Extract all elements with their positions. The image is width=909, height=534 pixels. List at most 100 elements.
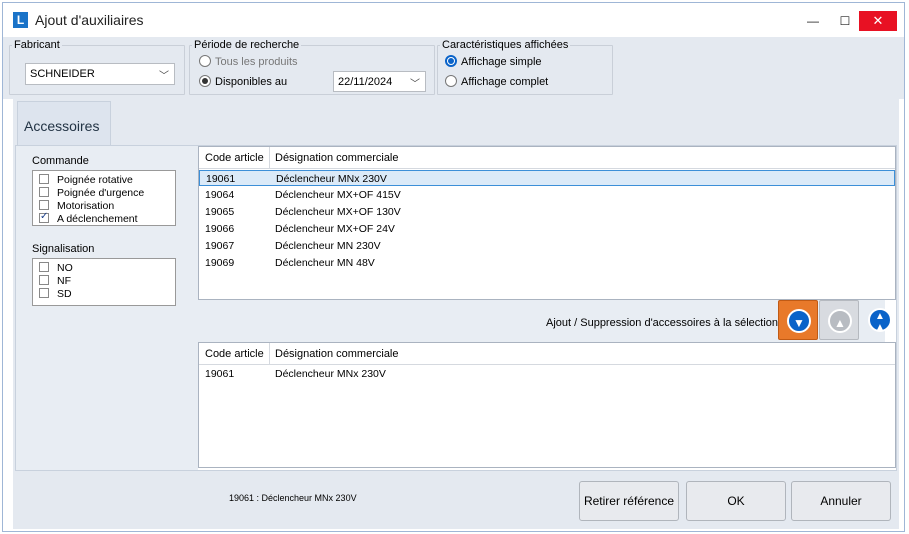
radio-selected-icon (199, 75, 211, 87)
checkbox-label: NF (57, 275, 71, 287)
cell-designation: Déclencheur MN 48V (275, 257, 375, 269)
radio-tous-produits[interactable]: Tous les produits (199, 55, 298, 68)
checkbox-label: Motorisation (57, 200, 115, 212)
checkmark-icon (39, 211, 49, 223)
radio-affichage-simple[interactable]: Affichage simple (445, 55, 542, 68)
table-row[interactable]: 19067 Déclencheur MN 230V (199, 238, 895, 254)
footer-bar: 19061 : Déclencheur MNx 230V Retirer réf… (13, 473, 899, 529)
remove-accessory-button[interactable]: ▲ (819, 300, 859, 340)
window-title: Ajout d'auxiliaires (35, 12, 144, 28)
annuler-button[interactable]: Annuler (791, 481, 891, 521)
arrow-up-icon: ▲ (828, 309, 852, 333)
radio-affichage-complet[interactable]: Affichage complet (445, 75, 548, 88)
checkbox-icon (39, 288, 49, 298)
signalisation-list: NO NF SD (32, 258, 176, 306)
periode-label: Période de recherche (194, 39, 300, 51)
grid-header: Code article Désignation commerciale (199, 343, 895, 365)
chevron-down-icon: ﹀ (159, 71, 169, 82)
table-row[interactable]: 19065 Déclencheur MX+OF 130V (199, 204, 895, 220)
checkbox-poignee-rotative[interactable]: Poignée rotative (39, 174, 133, 186)
cell-designation: Déclencheur MNx 230V (276, 173, 387, 185)
tab-accessoires[interactable]: Accessoires (17, 101, 111, 145)
filter-bar: Fabricant SCHNEIDER ﹀ Période de recherc… (3, 37, 904, 99)
commande-list: Poignée rotative Poignée d'urgence Motor… (32, 170, 176, 226)
cell-designation: Déclencheur MX+OF 24V (275, 223, 395, 235)
close-button[interactable]: ✕ (859, 11, 897, 31)
commande-label: Commande (32, 155, 89, 167)
cell-code: 19061 (205, 368, 235, 380)
filter-panel: Commande Poignée rotative Poignée d'urge… (16, 146, 198, 470)
app-logo-icon: L (13, 12, 28, 28)
add-accessory-button[interactable]: ▼ (778, 300, 818, 340)
date-value: 22/11/2024 (338, 76, 393, 88)
radio-circle-icon (199, 55, 211, 67)
checkbox-nf[interactable]: NF (39, 275, 71, 287)
retirer-reference-button[interactable]: Retirer référence (579, 481, 679, 521)
grid-header: Code article Désignation commerciale (199, 147, 895, 169)
radio-circle-icon (445, 75, 457, 87)
column-header-code[interactable]: Code article (205, 152, 264, 164)
table-row[interactable]: 19069 Déclencheur MN 48V (199, 255, 895, 271)
column-divider (269, 343, 270, 365)
checkbox-label: A déclenchement (57, 213, 138, 225)
radio-complet-label: Affichage complet (461, 76, 549, 88)
checkbox-motorisation[interactable]: Motorisation (39, 200, 114, 212)
radio-tous-produits-label: Tous les produits (215, 56, 298, 68)
title-bar: L Ajout d'auxiliaires — ☐ ✕ (3, 3, 904, 37)
signalisation-label: Signalisation (32, 243, 95, 255)
column-divider (269, 147, 270, 169)
checkbox-no[interactable]: NO (39, 262, 73, 274)
radio-disponibles-au[interactable]: Disponibles au (199, 75, 287, 88)
selected-accessories-grid: Code article Désignation commerciale 190… (198, 342, 896, 468)
checkbox-a-declenchement[interactable]: A déclenchement (39, 211, 138, 225)
minimize-button[interactable]: — (803, 11, 823, 31)
checkbox-label: Poignée rotative (57, 174, 133, 186)
checkbox-icon (39, 262, 49, 272)
table-row[interactable]: 19061 Déclencheur MNx 230V (199, 366, 895, 382)
fabricant-select[interactable]: SCHNEIDER ﹀ (25, 63, 175, 85)
fabricant-label: Fabricant (14, 39, 60, 51)
checkbox-icon (39, 187, 49, 197)
ok-button[interactable]: OK (686, 481, 786, 521)
cell-code: 19061 (206, 173, 236, 185)
date-picker[interactable]: 22/11/2024 ﹀ (333, 71, 426, 92)
checkbox-label: NO (57, 262, 73, 274)
caract-label: Caractéristiques affichées (442, 39, 569, 51)
add-remove-bar: Ajout / Suppression d'accessoires à la s… (198, 300, 892, 342)
cell-designation: Déclencheur MN 230V (275, 240, 381, 252)
main-area: Accessoires Commande Poignée rotative Po… (13, 99, 899, 473)
cell-code: 19066 (205, 223, 235, 235)
cell-code: 19067 (205, 240, 235, 252)
checkbox-icon (39, 200, 49, 210)
table-row[interactable]: 19061 Déclencheur MNx 230V (199, 170, 895, 186)
column-header-designation[interactable]: Désignation commerciale (275, 348, 399, 360)
table-row[interactable]: 19064 Déclencheur MX+OF 415V (199, 187, 895, 203)
maximize-button[interactable]: ☐ (835, 11, 855, 31)
checkbox-label: SD (57, 288, 72, 300)
table-row[interactable]: 19066 Déclencheur MX+OF 24V (199, 221, 895, 237)
cell-designation: Déclencheur MX+OF 130V (275, 206, 401, 218)
available-accessories-grid: Code article Désignation commerciale 190… (198, 146, 896, 300)
cell-code: 19064 (205, 189, 235, 201)
dialog-window: L Ajout d'auxiliaires — ☐ ✕ Fabricant SC… (2, 2, 905, 532)
arrow-down-icon: ▼ (787, 309, 811, 333)
remove-all-button[interactable]: ▲ ▲ (860, 300, 900, 340)
checkbox-sd[interactable]: SD (39, 288, 72, 300)
cell-designation: Déclencheur MNx 230V (275, 368, 386, 380)
checkbox-icon (39, 275, 49, 285)
checkbox-poignee-urgence[interactable]: Poignée d'urgence (39, 187, 144, 199)
add-remove-label: Ajout / Suppression d'accessoires à la s… (546, 317, 785, 329)
chevron-down-icon: ﹀ (410, 79, 420, 90)
fabricant-value: SCHNEIDER (30, 68, 95, 80)
checkbox-label: Poignée d'urgence (57, 187, 145, 199)
checkbox-icon (39, 174, 49, 184)
radio-simple-label: Affichage simple (461, 56, 542, 68)
cell-designation: Déclencheur MX+OF 415V (275, 189, 401, 201)
double-arrow-up-icon: ▲ ▲ (868, 308, 892, 333)
status-text: 19061 : Déclencheur MNx 230V (229, 493, 357, 503)
cell-code: 19069 (205, 257, 235, 269)
radio-disponibles-label: Disponibles au (215, 76, 288, 88)
column-header-code[interactable]: Code article (205, 348, 264, 360)
radio-selected-icon (445, 55, 457, 67)
column-header-designation[interactable]: Désignation commerciale (275, 152, 399, 164)
